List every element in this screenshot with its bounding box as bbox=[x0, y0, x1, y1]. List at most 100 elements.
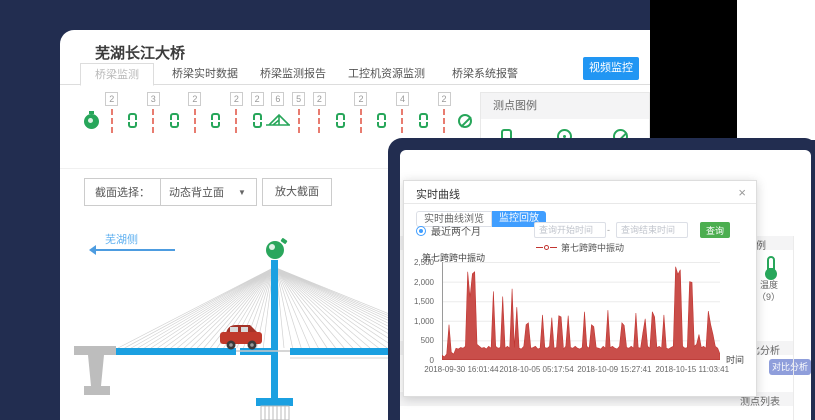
chain-icon bbox=[377, 113, 386, 128]
legend-line-icon bbox=[536, 247, 543, 248]
left-arrow-icon bbox=[95, 249, 175, 251]
sensor-strip-item[interactable]: 0 bbox=[124, 92, 142, 128]
y-tick-label: 2,000 bbox=[402, 278, 434, 287]
chain-icon bbox=[211, 113, 220, 128]
sensor-count-badge: 2 bbox=[251, 92, 264, 106]
date-range-separator: - bbox=[607, 225, 610, 235]
sensor-strip-item[interactable]: 2 bbox=[186, 92, 204, 133]
sensor-strip-item[interactable]: 5 bbox=[290, 92, 308, 133]
chain-icon bbox=[253, 113, 262, 128]
thermometer-icon bbox=[767, 256, 775, 270]
chain-icon bbox=[170, 113, 179, 128]
tab-bridge-alarm[interactable]: 桥梁系统报警 bbox=[452, 63, 518, 85]
sensor-count-badge: 6 bbox=[271, 92, 284, 106]
modal-title: 实时曲线 bbox=[416, 186, 460, 202]
dash-icon bbox=[318, 109, 320, 133]
gps-sensor-icon bbox=[266, 238, 288, 259]
playback-window-content: 测点图例 温度 （9） 对比分析 对比分析 测点列表 实时曲线 × 实时曲线浏览… bbox=[400, 150, 811, 420]
section-select-group: 截面选择： 动态背立面 ▼ bbox=[84, 178, 257, 206]
dash-icon bbox=[111, 109, 113, 133]
sensor-count-badge: 3 bbox=[147, 92, 160, 106]
dash-icon bbox=[235, 109, 237, 133]
foundation-hatch bbox=[261, 406, 289, 420]
sensor-strip-item[interactable]: 0 bbox=[165, 92, 183, 128]
realtime-curve-modal: 实时曲线 × 实时曲线浏览 监控回放 最近两个月 - 查询 第七跨跨中振动 第七… bbox=[403, 180, 757, 397]
y-tick-label: 1,000 bbox=[402, 317, 434, 326]
sensor-count-badge: 2 bbox=[354, 92, 367, 106]
dash-icon bbox=[360, 109, 362, 133]
sensor-strip-item[interactable]: 2 bbox=[227, 92, 245, 133]
side-panel-divider bbox=[793, 236, 794, 420]
section-select-dropdown[interactable]: 动态背立面 ▼ bbox=[160, 179, 256, 205]
tab-bridge-monitoring[interactable]: 桥梁监测 bbox=[80, 63, 154, 86]
vibration-chart bbox=[442, 262, 720, 360]
sensor-strip-item[interactable]: 0 bbox=[207, 92, 225, 128]
bridge-side-label: 芜湖侧 bbox=[105, 231, 138, 247]
legend-panel-header: 测点图例 bbox=[481, 93, 649, 119]
dropdown-caret-icon: ▼ bbox=[238, 188, 246, 197]
left-arrow-head bbox=[89, 245, 96, 255]
query-start-time-input[interactable] bbox=[534, 222, 606, 238]
y-tick-label: 2,500 bbox=[402, 258, 434, 267]
dash-icon bbox=[194, 109, 196, 133]
left-pier bbox=[74, 346, 116, 395]
sensor-strip-item[interactable]: 3 bbox=[144, 92, 162, 133]
tab-ipc-resource-monitor[interactable]: 工控机资源监测 bbox=[348, 63, 425, 85]
sensor-strip-item[interactable]: 2 bbox=[310, 92, 328, 133]
chain-icon bbox=[336, 113, 345, 128]
x-tick-label: 2018-10-15 11:03:41 bbox=[655, 365, 729, 374]
sensor-strip-item[interactable]: 0 bbox=[414, 92, 432, 128]
query-end-time-input[interactable] bbox=[616, 222, 688, 238]
sensor-strip-item[interactable]: 2 bbox=[248, 92, 266, 128]
sensor-strip-item[interactable]: 4 bbox=[393, 92, 411, 133]
sensor-count-badge: 5 bbox=[292, 92, 305, 106]
sensor-count-badge: 2 bbox=[105, 92, 118, 106]
dash-icon bbox=[152, 109, 154, 133]
radio-selected-icon bbox=[416, 226, 426, 236]
sensor-strip-item[interactable]: 2 bbox=[103, 92, 121, 133]
sensor-count-badge: 2 bbox=[188, 92, 201, 106]
dash-icon bbox=[443, 109, 445, 133]
bridge-icon bbox=[265, 112, 291, 133]
x-tick-label: 2018-10-05 05:17:54 bbox=[499, 365, 573, 374]
sensor-strip-item[interactable]: 0 bbox=[373, 92, 391, 128]
chart-x-ticks: 2018-09-30 16:01:442018-10-05 05:17:5420… bbox=[442, 365, 720, 375]
x-tick-label: 2018-10-09 15:27:41 bbox=[577, 365, 651, 374]
section-selected-value: 动态背立面 bbox=[169, 184, 224, 200]
chart-x-axis-title: 时间 bbox=[726, 353, 744, 366]
y-tick-label: 500 bbox=[402, 336, 434, 345]
legend-line-icon bbox=[550, 247, 557, 248]
tab-bridge-realtime-data[interactable]: 桥梁实时数据 bbox=[172, 63, 238, 85]
compare-analysis-button[interactable]: 对比分析 bbox=[769, 359, 811, 375]
query-button[interactable]: 查询 bbox=[700, 222, 730, 238]
playback-window: 测点图例 温度 （9） 对比分析 对比分析 测点列表 实时曲线 × 实时曲线浏览… bbox=[388, 138, 815, 420]
timer-icon bbox=[84, 114, 99, 129]
sensor-strip-item[interactable]: 6 bbox=[269, 92, 287, 133]
video-monitor-button[interactable]: 视频监控 bbox=[583, 57, 639, 80]
dash-icon bbox=[401, 109, 403, 133]
sensor-count-badge: 2 bbox=[230, 92, 243, 106]
sensor-strip-item[interactable]: 2 bbox=[435, 92, 453, 133]
sensor-strip-item[interactable]: 0 bbox=[82, 92, 100, 129]
tab-bridge-report[interactable]: 桥梁监测报告 bbox=[260, 63, 326, 85]
x-tick-label: 2018-09-30 16:01:44 bbox=[424, 365, 498, 374]
chart-y-ticks: 2,5002,0001,5001,0005000 bbox=[406, 262, 438, 360]
sensor-count-badge: 4 bbox=[396, 92, 409, 106]
desktop-black-region bbox=[650, 0, 737, 140]
sensor-count-badge: 2 bbox=[438, 92, 451, 106]
chain-icon bbox=[419, 113, 428, 128]
temperature-count: （9） bbox=[757, 290, 780, 303]
chain-icon bbox=[128, 113, 137, 128]
enlarge-section-button[interactable]: 放大截面 bbox=[262, 178, 332, 206]
sensor-count-badge: 2 bbox=[313, 92, 326, 106]
close-icon[interactable]: × bbox=[738, 185, 746, 200]
recent-two-months-radio[interactable]: 最近两个月 bbox=[416, 223, 481, 238]
y-tick-label: 1,500 bbox=[402, 297, 434, 306]
sensor-strip-item[interactable]: 0 bbox=[456, 92, 474, 128]
sensor-strip-item[interactable]: 0 bbox=[331, 92, 349, 128]
section-select-label: 截面选择： bbox=[85, 184, 160, 200]
legend-dot-icon bbox=[544, 245, 549, 250]
y-tick-label: 0 bbox=[402, 356, 434, 365]
sensor-strip-item[interactable]: 2 bbox=[352, 92, 370, 133]
ban-icon bbox=[458, 114, 472, 128]
